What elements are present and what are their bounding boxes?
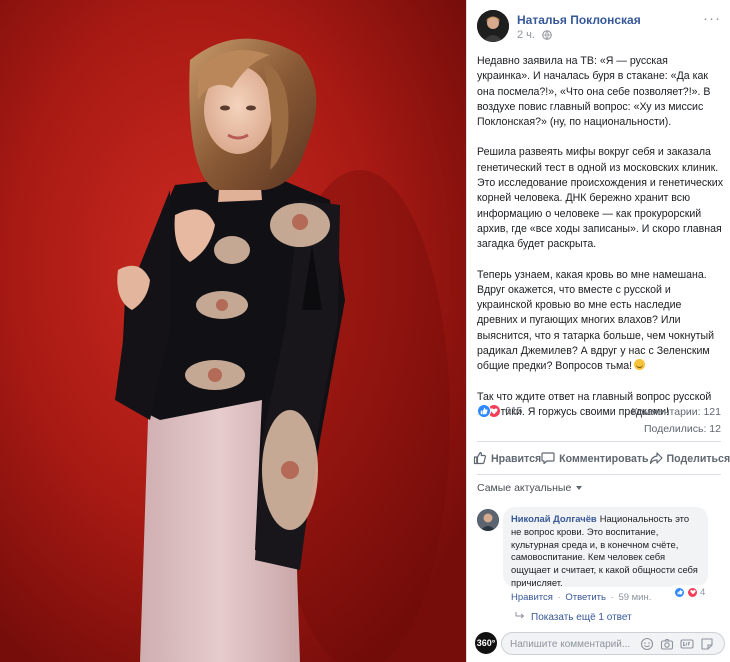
shares-count[interactable]: Поделились: 12	[644, 423, 721, 435]
reactions-count: 615	[505, 405, 523, 417]
comment-text: Национальность это не вопрос крови. Это …	[511, 513, 698, 588]
like-icon	[477, 404, 491, 418]
comment-button-label: Комментировать	[559, 453, 649, 465]
camera-icon[interactable]	[660, 637, 674, 651]
post-paragraph: Недавно заявила на ТВ: «Я — русская укра…	[477, 55, 711, 129]
share-button-label: Поделиться	[666, 453, 730, 465]
comment-input[interactable]	[510, 637, 636, 651]
chevron-down-icon	[576, 486, 583, 490]
post-actions: Нравится Комментировать Поделиться	[473, 449, 730, 469]
post-header: Наталья Поклонская 2 ч. ···	[477, 10, 725, 44]
comment-reactions-count: 4	[700, 586, 706, 598]
comment-sort-label: Самые актуальные	[477, 482, 572, 494]
author-avatar[interactable]	[477, 10, 509, 42]
reply-arrow-icon	[515, 612, 531, 623]
post-time[interactable]: 2 ч.	[517, 29, 535, 41]
show-replies-label: Показать ещё 1 ответ	[531, 612, 632, 623]
post-paragraph: Решила развеять мифы вокруг себя и заказ…	[477, 146, 724, 251]
share-button[interactable]: Поделиться	[649, 449, 730, 469]
comment-bubble: Николай Долгачёв Национальность это не во…	[503, 507, 708, 588]
more-options-button[interactable]: ···	[703, 10, 721, 27]
like-icon	[674, 586, 685, 598]
share-icon	[649, 451, 667, 468]
portrait-illustration	[0, 0, 466, 662]
post-panel: Наталья Поклонская 2 ч. ··· Недавно заяв…	[466, 0, 730, 662]
comment-button[interactable]: Комментировать	[541, 449, 649, 469]
author-name[interactable]: Наталья Поклонская	[517, 13, 641, 27]
show-replies-link[interactable]: Показать ещё 1 ответ	[515, 612, 632, 623]
sticker-icon[interactable]	[700, 637, 714, 651]
post-stats: 615 Комментарии: 121 Поделились: 12	[477, 404, 721, 438]
commenter-name[interactable]: Николай Долгачёв	[511, 513, 597, 524]
reactions-summary[interactable]: 615	[477, 404, 523, 418]
comment-like-link[interactable]: Нравится	[511, 592, 553, 603]
comment-time[interactable]: 59 мин.	[618, 592, 651, 603]
comment-actions: Нравится · Ответить · 59 мин.	[511, 592, 652, 603]
post-photo[interactable]	[0, 0, 466, 662]
current-user-avatar[interactable]: 360°	[475, 632, 497, 654]
like-button[interactable]: Нравится	[473, 449, 541, 469]
post-meta: 2 ч.	[517, 29, 552, 43]
commenter-avatar[interactable]	[477, 509, 499, 531]
like-button-label: Нравится	[491, 453, 542, 465]
grinning-emoji-icon	[634, 359, 646, 371]
emoji-icon[interactable]	[640, 637, 654, 651]
post-paragraph-text: Теперь узнаем, какая кровь во мне намеша…	[477, 268, 714, 373]
post-text: Недавно заявила на ТВ: «Я — русская укра…	[477, 54, 723, 435]
comment-icon	[541, 451, 559, 468]
comment-composer[interactable]	[501, 632, 725, 655]
globe-icon	[542, 30, 552, 43]
comments-count[interactable]: Комментарии: 121	[632, 406, 722, 418]
divider	[477, 441, 721, 442]
post-paragraph: Теперь узнаем, какая кровь во мне намеша…	[477, 268, 723, 375]
love-icon	[687, 586, 698, 598]
comment-reactions[interactable]: 4	[670, 585, 708, 599]
comment-sort-dropdown[interactable]: Самые актуальные	[477, 482, 583, 494]
gif-icon[interactable]	[680, 637, 694, 651]
divider	[477, 474, 721, 475]
comment-reply-link[interactable]: Ответить	[565, 592, 606, 603]
thumbs-up-icon	[473, 451, 491, 468]
